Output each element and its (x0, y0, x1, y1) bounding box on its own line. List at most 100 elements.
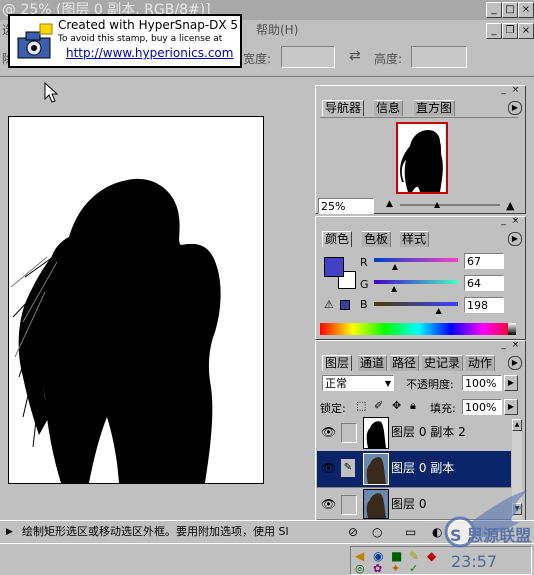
gamut-swatch[interactable] (340, 300, 350, 310)
color-panel-menu-arrow-icon[interactable]: ▶ (508, 232, 522, 246)
lock-all-icon[interactable]: 🔒︎ (410, 399, 416, 413)
link-layers-icon[interactable]: ⊘ (348, 521, 358, 543)
r-value-field[interactable]: 67 (464, 253, 504, 269)
layers-panel-minimize-button[interactable]: _ (498, 341, 509, 350)
tab-swatches[interactable]: 色板 (362, 231, 392, 247)
doc-restore-button[interactable]: ❐ (502, 23, 518, 39)
tray-app-icon[interactable]: ◉ (373, 549, 383, 563)
gamut-warning-icon[interactable]: ⚠ (324, 298, 334, 311)
link-cell[interactable] (341, 495, 357, 515)
status-arrow-icon: ▶ (6, 527, 13, 537)
stamp-line-1: Created with HyperSnap-DX 5 (58, 18, 239, 32)
lock-move-icon[interactable]: ✥ (392, 399, 401, 412)
lock-transparency-icon[interactable]: ⬚ (356, 399, 366, 412)
navigator-tab-row: 导航器 信息 直方图 ▶ (320, 100, 522, 116)
height-field[interactable] (411, 46, 467, 68)
g-slider[interactable]: ▲ (374, 280, 458, 293)
tray-icon-5[interactable]: ✓ (409, 562, 418, 575)
black-white-swatch[interactable] (508, 323, 516, 335)
brush-icon[interactable]: ✎ (341, 459, 355, 477)
stamp-line-2: To avoid this stamp, buy a license at (58, 34, 223, 44)
pen-icon[interactable]: ✎ (409, 549, 419, 563)
stamp-link[interactable]: http://www.hyperionics.com (66, 46, 233, 60)
foreground-color-swatch[interactable] (324, 257, 344, 277)
tray-icon-4[interactable]: ✦ (391, 562, 400, 575)
navigator-view-box[interactable] (396, 122, 448, 194)
doc-minimize-button[interactable]: _ (486, 23, 502, 39)
b-slider[interactable]: ▲ (374, 302, 458, 315)
width-field[interactable] (281, 46, 335, 68)
layer-thumbnail (363, 453, 389, 485)
panel-menu-arrow-icon[interactable]: ▶ (508, 101, 522, 115)
g-slider-thumb[interactable]: ▲ (391, 284, 397, 293)
tab-channels[interactable]: 通道 (358, 355, 388, 371)
zoom-in-icon[interactable]: ▲ (506, 199, 514, 212)
document-canvas[interactable] (8, 116, 264, 484)
zoom-slider-thumb[interactable]: ▲ (434, 200, 440, 209)
layer-row[interactable]: 👁︎ 图层 0 副本 2 (317, 415, 511, 452)
navigator-thumbnail (400, 130, 443, 192)
maximize-button[interactable]: □ (502, 2, 518, 18)
layer-style-icon[interactable]: ○ (372, 521, 382, 543)
layer-row-selected[interactable]: 👁︎ ✎ 图层 0 副本 (317, 451, 511, 488)
tab-info[interactable]: 信息 (374, 100, 404, 116)
color-panel-close-button[interactable]: × (510, 217, 521, 226)
swap-icon[interactable]: ⇄ (349, 48, 361, 64)
layer-thumbnail (363, 417, 389, 449)
color-panel-minimize-button[interactable]: _ (498, 217, 509, 226)
g-value-field[interactable]: 64 (464, 275, 504, 291)
new-set-icon[interactable]: ▭ (405, 521, 416, 543)
tray-icon-2[interactable]: ◎ (355, 562, 365, 575)
fill-arrow-button[interactable]: ▶ (504, 399, 518, 415)
eye-icon[interactable]: 👁︎ (321, 425, 336, 439)
zoom-out-icon[interactable]: ▲ (386, 199, 393, 209)
eye-icon[interactable]: 👁︎ (321, 461, 336, 475)
speaker-icon[interactable]: ◀ (355, 549, 364, 563)
link-cell[interactable] (341, 423, 357, 443)
tab-color[interactable]: 颜色 (322, 231, 353, 247)
tab-layers[interactable]: 图层 (322, 355, 353, 371)
r-slider-thumb[interactable]: ▲ (392, 262, 398, 271)
mouse-cursor-icon (44, 82, 59, 103)
b-slider-thumb[interactable]: ▲ (436, 306, 442, 315)
doc-close-button[interactable]: × (518, 23, 534, 39)
tab-history[interactable]: 史记录 (422, 355, 464, 371)
panel-minimize-button[interactable]: _ (498, 86, 509, 95)
g-label: G (360, 278, 369, 291)
height-label: 高度: (374, 52, 403, 66)
opacity-field[interactable]: 100% (462, 375, 502, 391)
zoom-slider[interactable]: ▲ (400, 200, 500, 209)
r-slider[interactable]: ▲ (374, 258, 458, 271)
fill-field[interactable]: 100% (462, 399, 502, 415)
navigator-zoom-field[interactable]: 25% (318, 198, 374, 214)
color-tab-row: 颜色 色板 样式 ▶ (320, 231, 522, 247)
tab-paths[interactable]: 路径 (390, 355, 420, 371)
fill-label: 填充: (430, 402, 456, 415)
chevron-down-icon[interactable]: ▼ (385, 376, 391, 392)
camera-icon (17, 23, 53, 59)
lock-label: 锁定: (320, 402, 346, 415)
tab-histogram[interactable]: 直方图 (414, 100, 456, 116)
network-icon[interactable]: ■ (391, 549, 402, 563)
eye-icon[interactable]: 👁︎ (321, 497, 336, 511)
scroll-up-arrow-icon[interactable]: ▲ (512, 419, 522, 431)
lock-brush-icon[interactable]: ✐ (374, 399, 383, 412)
navigator-panel: _ × 导航器 信息 直方图 ▶ 25% ▲ ▲ ▲ (315, 85, 526, 214)
minimize-button[interactable]: _ (486, 2, 502, 18)
tab-actions[interactable]: 动作 (466, 355, 496, 371)
opacity-arrow-button[interactable]: ▶ (504, 375, 518, 391)
b-value-field[interactable]: 198 (464, 297, 504, 313)
layers-panel-close-button[interactable]: × (510, 341, 521, 350)
layer-thumbnail (363, 489, 389, 519)
layers-panel-menu-arrow-icon[interactable]: ▶ (508, 356, 522, 370)
ime-icon[interactable]: ◆ (427, 549, 436, 563)
tray-icon-3[interactable]: ✿ (373, 562, 382, 575)
tab-navigator[interactable]: 导航器 (322, 100, 365, 116)
close-button[interactable]: × (518, 2, 534, 18)
layers-tab-row: 图层 通道 路径 史记录 动作 ▶ (320, 355, 522, 371)
panel-close-button[interactable]: × (510, 86, 521, 95)
blend-mode-select[interactable]: 正常 ▼ (322, 375, 394, 391)
menu-item-help[interactable]: 帮助(H) (256, 20, 298, 40)
tab-styles[interactable]: 样式 (400, 231, 430, 247)
color-spectrum-bar[interactable] (320, 323, 516, 335)
